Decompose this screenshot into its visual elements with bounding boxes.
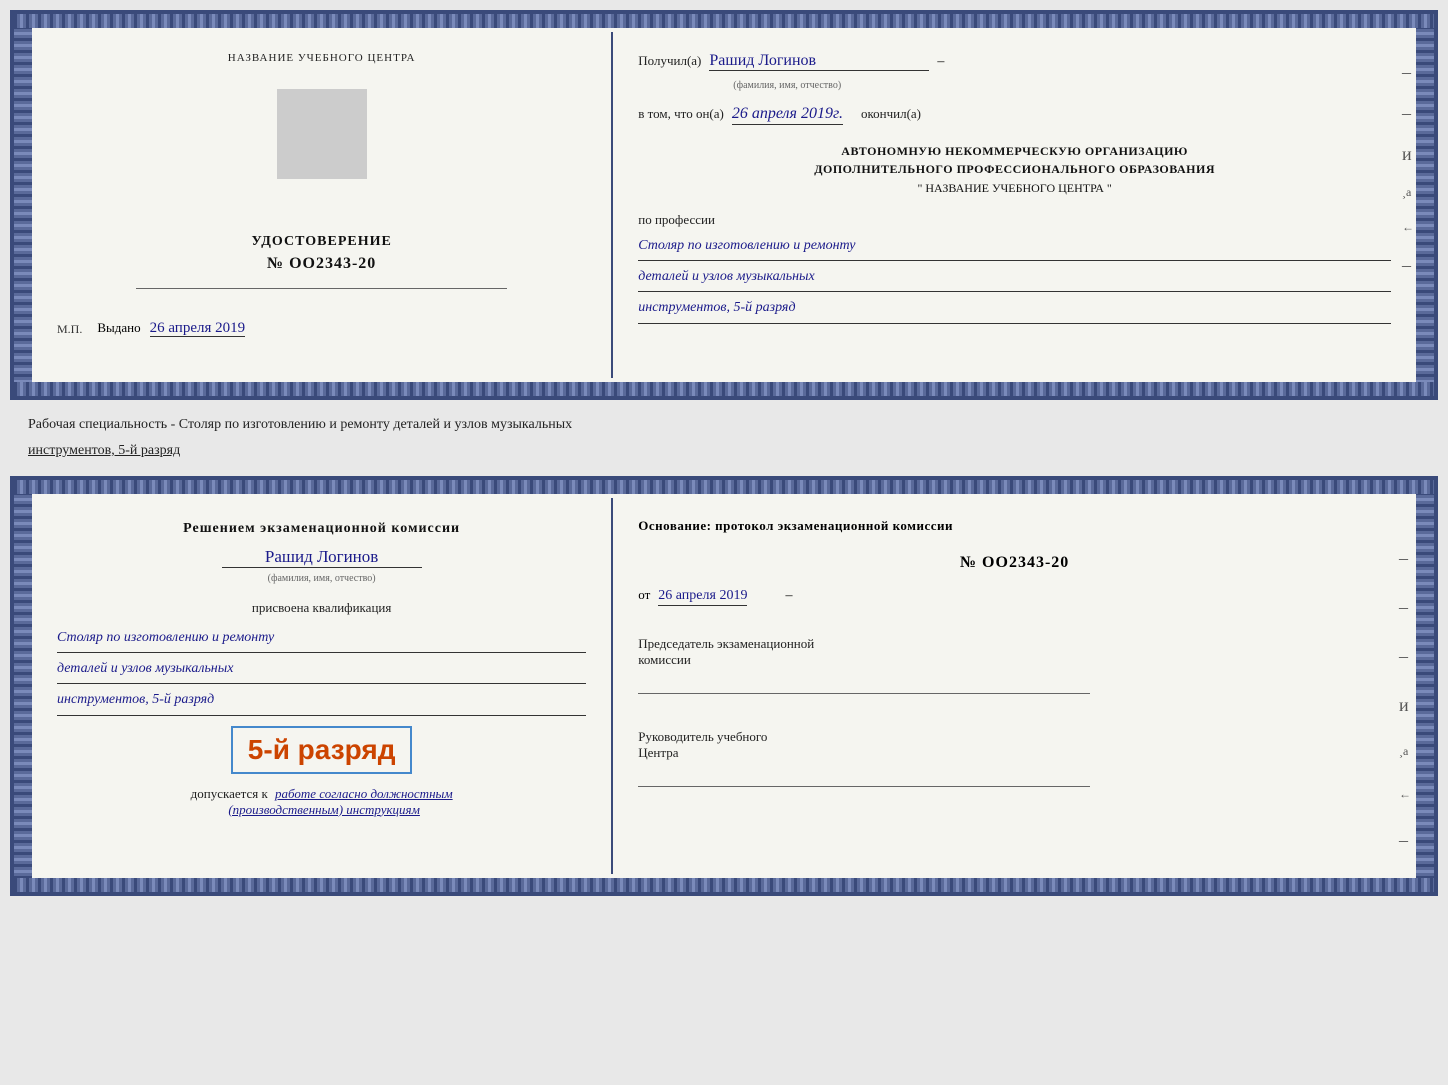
basis-label: Основание: протокол экзаменационной коми… bbox=[638, 518, 1391, 534]
cert-title: УДОСТОВЕРЕНИЕ bbox=[251, 234, 391, 250]
name-sublabel: (фамилия, имя, отчество) bbox=[733, 80, 841, 91]
between-label: Рабочая специальность - Столяр по изгото… bbox=[18, 412, 1430, 438]
org-name: " НАЗВАНИЕ УЧЕБНОГО ЦЕНТРА " bbox=[638, 181, 1391, 196]
r-dash-3: – bbox=[1399, 646, 1411, 667]
profession-line1: Столяр по изготовлению и ремонту bbox=[638, 233, 1391, 261]
dash-after-name: – bbox=[937, 54, 944, 70]
issued-date: 26 апреля 2019 bbox=[150, 320, 246, 337]
dash-6: – bbox=[1402, 255, 1414, 276]
stamp-label: М.П. bbox=[57, 322, 82, 337]
dash-1: – bbox=[1402, 62, 1414, 83]
date-label: в том, что он(а) bbox=[638, 106, 724, 122]
finished-label: окончил(а) bbox=[861, 106, 921, 122]
allowed-value2: (производственным) инструкциям bbox=[228, 802, 420, 817]
stamp-area bbox=[277, 89, 367, 179]
org-line1: АВТОНОМНУЮ НЕКОММЕРЧЕСКУЮ ОРГАНИЗАЦИЮ bbox=[638, 142, 1391, 160]
date-value-bottom: 26 апреля 2019 bbox=[658, 588, 747, 606]
received-label: Получил(а) bbox=[638, 53, 701, 69]
profession-label: по профессии bbox=[638, 212, 1391, 228]
r-dash-4: и bbox=[1399, 695, 1411, 716]
dash-4: ¸а bbox=[1402, 185, 1414, 200]
dash-3: и bbox=[1402, 144, 1414, 165]
r-dash-5: ¸а bbox=[1399, 744, 1411, 759]
name-sublabel-bottom: (фамилия, имя, отчество) bbox=[268, 573, 376, 584]
cert-number: № OO2343-20 bbox=[251, 255, 391, 273]
org-line2: ДОПОЛНИТЕЛЬНОГО ПРОФЕССИОНАЛЬНОГО ОБРАЗО… bbox=[638, 160, 1391, 178]
chairman-label: Председатель экзаменационной bbox=[638, 636, 1391, 652]
date-dash: – bbox=[785, 588, 792, 604]
r-dash-6: ← bbox=[1399, 787, 1411, 802]
r-dash-1: – bbox=[1399, 548, 1411, 569]
dash-5: ← bbox=[1402, 220, 1414, 235]
rank-highlight: 5-й разряд bbox=[248, 734, 396, 766]
qual-line2: деталей и узлов музыкальных bbox=[57, 656, 586, 684]
qualification-label: присвоена квалификация bbox=[252, 600, 391, 616]
profession-line3: инструментов, 5-й разряд bbox=[638, 295, 1391, 323]
between-label2: инструментов, 5-й разряд bbox=[18, 438, 1430, 464]
qual-line1: Столяр по изготовлению и ремонту bbox=[57, 625, 586, 653]
name-value-bottom: Рашид Логинов bbox=[222, 547, 422, 568]
r-dash-2: – bbox=[1399, 597, 1411, 618]
dash-2: – bbox=[1402, 103, 1414, 124]
protocol-number: № OO2343-20 bbox=[638, 554, 1391, 572]
allowed-value: работе согласно должностным bbox=[275, 786, 453, 801]
name-value-top: Рашид Логинов bbox=[709, 52, 929, 71]
qual-line3: инструментов, 5-й разряд bbox=[57, 687, 586, 715]
date-value: 26 апреля 2019г. bbox=[732, 105, 843, 125]
org-label-top: НАЗВАНИЕ УЧЕБНОГО ЦЕНТРА bbox=[228, 52, 416, 64]
date-prefix: от bbox=[638, 587, 650, 603]
director-label2: Центра bbox=[638, 745, 1391, 761]
chairman-label2: комиссии bbox=[638, 652, 1391, 668]
allowed-label: допускается к bbox=[191, 786, 268, 801]
issued-label: Выдано bbox=[97, 320, 140, 335]
director-label: Руководитель учебного bbox=[638, 729, 1391, 745]
r-dash-7: – bbox=[1399, 830, 1411, 851]
decision-label: Решением экзаменационной комиссии bbox=[183, 518, 460, 539]
profession-line2: деталей и узлов музыкальных bbox=[638, 264, 1391, 292]
